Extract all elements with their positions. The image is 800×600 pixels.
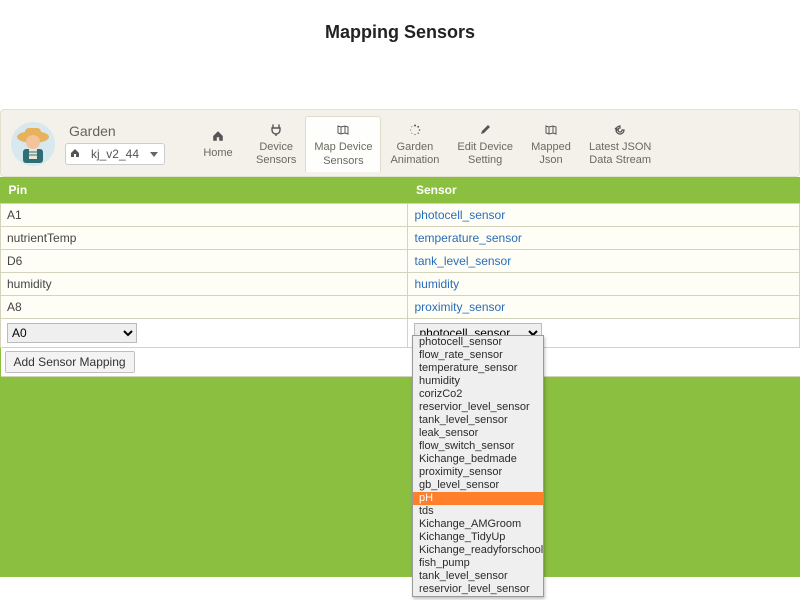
nav-items: Home Device Sensors Map Device Sensors Gard… <box>189 116 660 172</box>
pin-cell: humidity <box>1 273 408 296</box>
plug-icon <box>270 123 282 137</box>
add-row: Add Sensor Mapping <box>1 348 800 377</box>
nav-label: Garden Animation <box>390 141 439 167</box>
nav-label: Edit Device Setting <box>457 141 513 167</box>
toolbar: Garden kj_v2_44 Home Device Sensors Map De… <box>0 109 800 177</box>
nav-item-home[interactable]: Home <box>189 116 247 172</box>
sensor-cell: humidity <box>408 273 800 296</box>
sensor-table: Pin Sensor A1 photocell_sensor nutrientTem… <box>0 177 800 377</box>
form-row: A0 photocell_sensor <box>1 319 800 348</box>
col-header-sensor: Sensor <box>408 177 800 204</box>
nav-label: Mapped Json <box>531 141 571 167</box>
page-title: Mapping Sensors <box>0 0 800 55</box>
home-icon <box>70 147 80 161</box>
sensor-cell: temperature_sensor <box>408 227 800 250</box>
main-body: Pin Sensor A1 photocell_sensor nutrientTem… <box>0 177 800 577</box>
dropdown-option[interactable]: fish_pump <box>413 557 543 570</box>
nav-item-map-device-sensors[interactable]: Map Device Sensors <box>305 116 381 172</box>
add-sensor-mapping-button[interactable]: Add Sensor Mapping <box>5 351 135 373</box>
dropdown-option[interactable]: temperature_sensor <box>413 362 543 375</box>
nav-label: Latest JSON Data Stream <box>589 141 651 167</box>
sensor-cell: tank_level_sensor <box>408 250 800 273</box>
sensor-cell: proximity_sensor <box>408 296 800 319</box>
dropdown-option[interactable]: Kichange_readyforschool <box>413 544 543 557</box>
map-icon <box>337 123 349 137</box>
dropdown-option[interactable]: flow_switch_sensor <box>413 440 543 453</box>
dropdown-option[interactable]: Kichange_TidyUp <box>413 531 543 544</box>
sensor-link[interactable]: temperature_sensor <box>414 231 521 245</box>
history-icon <box>614 123 626 137</box>
dropdown-option[interactable]: pH <box>413 492 543 505</box>
nav-label: Map Device Sensors <box>314 141 372 167</box>
map-icon <box>545 123 557 137</box>
home-icon <box>212 129 224 143</box>
pin-select-cell: A0 <box>1 319 408 348</box>
sensor-link[interactable]: humidity <box>414 277 459 291</box>
nav-item-garden-animation[interactable]: Garden Animation <box>381 116 448 172</box>
nav-item-latest-json-data-stream[interactable]: Latest JSON Data Stream <box>580 116 660 172</box>
table-row: D6 tank_level_sensor <box>1 250 800 273</box>
nav-label: Device Sensors <box>256 141 296 167</box>
nav-label: Home <box>203 147 232 160</box>
table-row: A8 proximity_sensor <box>1 296 800 319</box>
pin-cell: D6 <box>1 250 408 273</box>
dropdown-option[interactable]: Kichange_bedmade <box>413 453 543 466</box>
dropdown-option[interactable]: corizCo2 <box>413 388 543 401</box>
nav-item-edit-device-setting[interactable]: Edit Device Setting <box>448 116 522 172</box>
nav-item-mapped-json[interactable]: Mapped Json <box>522 116 580 172</box>
garden-label: Garden <box>65 123 175 139</box>
dropdown-option[interactable]: humidity <box>413 375 543 388</box>
dropdown-option[interactable]: proximity_sensor <box>413 466 543 479</box>
dropdown-option[interactable]: Kichange_AMGroom <box>413 518 543 531</box>
dropdown-option[interactable]: tank_level_sensor <box>413 570 543 583</box>
table-row: humidity humidity <box>1 273 800 296</box>
dropdown-option[interactable]: tds <box>413 505 543 518</box>
table-row: A1 photocell_sensor <box>1 204 800 227</box>
pin-cell: nutrientTemp <box>1 227 408 250</box>
sensor-cell: photocell_sensor <box>408 204 800 227</box>
pencil-icon <box>479 123 491 137</box>
sensor-link[interactable]: proximity_sensor <box>414 300 505 314</box>
dropdown-option[interactable]: reservior_level_sensor <box>413 583 543 596</box>
pin-select[interactable]: A0 <box>7 323 137 343</box>
toolbar-left: Garden kj_v2_44 <box>65 123 175 165</box>
dropdown-option[interactable]: leak_sensor <box>413 427 543 440</box>
device-select-value: kj_v2_44 <box>91 147 139 161</box>
col-header-pin: Pin <box>1 177 408 204</box>
sensor-link[interactable]: photocell_sensor <box>414 208 505 222</box>
dropdown-option[interactable]: reservior_level_sensor <box>413 401 543 414</box>
spinner-icon <box>409 123 421 137</box>
sensor-dropdown-open[interactable]: photocell_sensorflow_rate_sensortemperat… <box>412 335 544 597</box>
chevron-down-icon <box>150 152 158 157</box>
avatar <box>11 122 55 166</box>
sensor-link[interactable]: tank_level_sensor <box>414 254 511 268</box>
dropdown-option[interactable]: photocell_sensor <box>413 336 543 349</box>
table-row: nutrientTemp temperature_sensor <box>1 227 800 250</box>
dropdown-option[interactable]: tank_level_sensor <box>413 414 543 427</box>
dropdown-option[interactable]: flow_rate_sensor <box>413 349 543 362</box>
pin-cell: A8 <box>1 296 408 319</box>
pin-cell: A1 <box>1 204 408 227</box>
dropdown-option[interactable]: gb_level_sensor <box>413 479 543 492</box>
device-select[interactable]: kj_v2_44 <box>65 143 165 165</box>
nav-item-device-sensors[interactable]: Device Sensors <box>247 116 305 172</box>
